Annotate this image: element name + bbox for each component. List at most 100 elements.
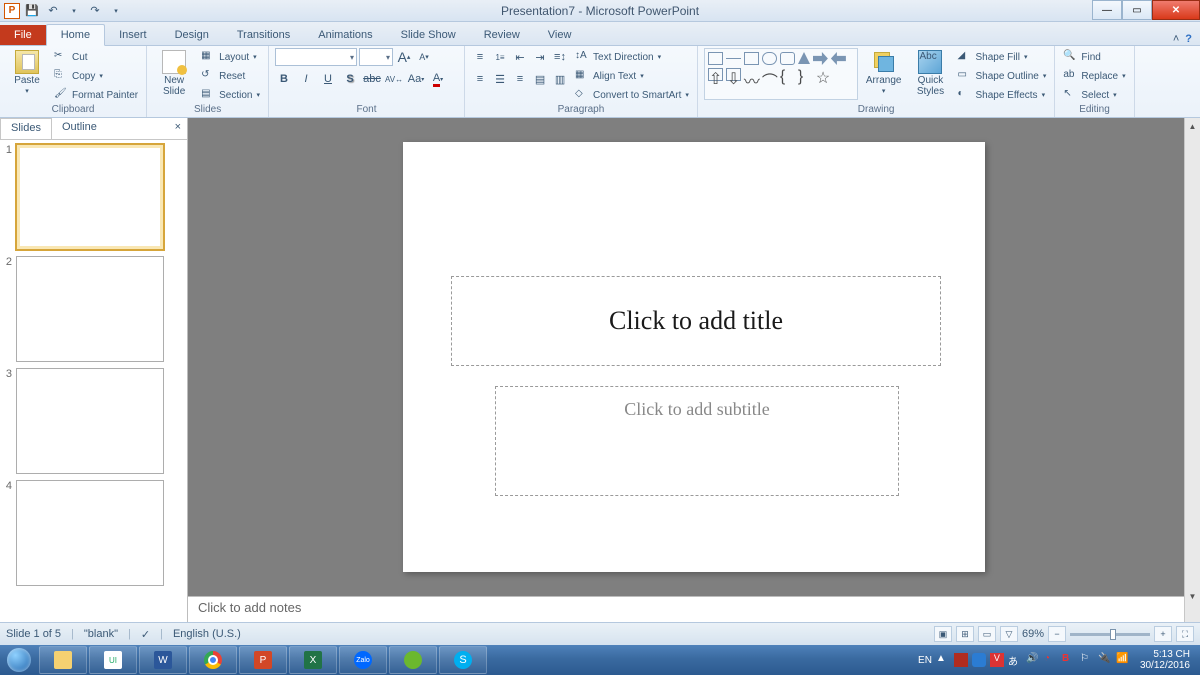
arrange-button[interactable]: Arrange▾ [862, 48, 906, 104]
powerpoint-taskbar-button[interactable]: P [239, 646, 287, 674]
word-taskbar-button[interactable]: W [139, 646, 187, 674]
undo-dropdown-icon[interactable]: ▾ [65, 2, 83, 20]
bullets-button[interactable]: ≡ [471, 48, 489, 66]
tab-animations[interactable]: Animations [304, 25, 386, 45]
zoom-level[interactable]: 69% [1022, 628, 1044, 640]
slide-thumbnail[interactable]: 4 [2, 480, 185, 586]
zoom-out-button[interactable]: − [1048, 626, 1066, 642]
align-center-button[interactable]: ☰ [491, 70, 509, 88]
explorer-taskbar-button[interactable] [39, 646, 87, 674]
slide-canvas[interactable]: Click to add title Click to add subtitle [403, 142, 985, 572]
convert-smartart-button[interactable]: ◇Convert to SmartArt▾ [573, 86, 691, 104]
zoom-slider[interactable] [1070, 633, 1150, 636]
justify-button[interactable]: ▤ [531, 70, 549, 88]
title-placeholder[interactable]: Click to add title [451, 276, 941, 366]
slide-thumbnail[interactable]: 1 [2, 144, 185, 250]
tab-transitions[interactable]: Transitions [223, 25, 304, 45]
tray-app-icon[interactable] [972, 653, 986, 667]
tray-app-icon[interactable]: ◔ [1044, 653, 1058, 667]
tray-app-icon[interactable]: B [1062, 653, 1076, 667]
columns-button[interactable]: ▥ [551, 70, 569, 88]
tab-file[interactable]: File [0, 25, 46, 45]
shape-fill-button[interactable]: ◢Shape Fill▾ [955, 48, 1048, 66]
sorter-view-button[interactable]: ⊞ [956, 626, 974, 642]
status-language[interactable]: English (U.S.) [173, 628, 241, 640]
undo-icon[interactable]: ↶ [44, 2, 62, 20]
replace-button[interactable]: abReplace▾ [1061, 67, 1127, 85]
tray-network-icon[interactable]: 📶 [1116, 653, 1130, 667]
fit-to-window-button[interactable]: ⛶ [1176, 626, 1194, 642]
cut-button[interactable]: ✂Cut [52, 48, 140, 66]
tray-action-center-icon[interactable]: ⚐ [1080, 653, 1094, 667]
quick-styles-button[interactable]: AbcQuick Styles [909, 48, 951, 104]
tab-view[interactable]: View [534, 25, 586, 45]
underline-button[interactable]: U [319, 70, 337, 88]
section-button[interactable]: ▤Section▾ [199, 86, 262, 104]
shadow-button[interactable]: S [341, 70, 359, 88]
tray-language[interactable]: EN [918, 655, 932, 666]
shape-outline-button[interactable]: ▭Shape Outline▾ [955, 67, 1048, 85]
tray-clock[interactable]: 5:13 CH 30/12/2016 [1134, 649, 1196, 671]
zoom-in-button[interactable]: + [1154, 626, 1172, 642]
save-icon[interactable]: 💾 [23, 2, 41, 20]
unikey-taskbar-button[interactable]: UI [89, 646, 137, 674]
numbering-button[interactable]: 1≡ [491, 48, 509, 66]
tray-volume-icon[interactable]: 🔊 [1026, 653, 1040, 667]
decrease-indent-button[interactable]: ⇤ [511, 48, 529, 66]
excel-taskbar-button[interactable]: X [289, 646, 337, 674]
coccoc-taskbar-button[interactable] [389, 646, 437, 674]
shape-effects-button[interactable]: ◐Shape Effects▾ [955, 86, 1048, 104]
font-family-combo[interactable] [275, 48, 357, 66]
vertical-scrollbar[interactable]: ▲ ▼ [1184, 118, 1200, 622]
bold-button[interactable]: B [275, 70, 293, 88]
tab-design[interactable]: Design [161, 25, 223, 45]
panel-tab-outline[interactable]: Outline [52, 118, 107, 139]
close-button[interactable]: ✕ [1152, 0, 1200, 20]
text-direction-button[interactable]: ↕AText Direction▾ [573, 48, 691, 66]
reset-button[interactable]: ↺Reset [199, 67, 262, 85]
strike-button[interactable]: abc [363, 70, 381, 88]
tab-home[interactable]: Home [46, 24, 105, 46]
maximize-button[interactable]: ▭ [1122, 0, 1152, 20]
change-case-button[interactable]: Aa▾ [407, 70, 425, 88]
tray-ime-icon[interactable]: あ [1008, 653, 1022, 667]
copy-button[interactable]: ⎘Copy▾ [52, 67, 140, 85]
char-spacing-button[interactable]: AV↔ [385, 70, 403, 88]
panel-close-icon[interactable]: × [169, 118, 187, 139]
align-left-button[interactable]: ≡ [471, 70, 489, 88]
normal-view-button[interactable]: ▣ [934, 626, 952, 642]
thumbnails-list[interactable]: 1 2 3 4 [0, 140, 187, 622]
start-button[interactable] [0, 645, 38, 675]
increase-indent-button[interactable]: ⇥ [531, 48, 549, 66]
font-size-combo[interactable] [359, 48, 393, 66]
qat-more-icon[interactable]: ▾ [107, 2, 125, 20]
tray-power-icon[interactable]: 🔌 [1098, 653, 1112, 667]
tray-show-hidden-icon[interactable]: ▲ [936, 653, 950, 667]
italic-button[interactable]: I [297, 70, 315, 88]
minimize-ribbon-icon[interactable]: ˄ [1173, 33, 1179, 45]
slide-thumbnail[interactable]: 2 [2, 256, 185, 362]
shrink-font-button[interactable]: A▾ [415, 48, 433, 66]
help-icon[interactable]: ? [1185, 33, 1192, 45]
redo-icon[interactable]: ↷ [86, 2, 104, 20]
slide-thumbnail[interactable]: 3 [2, 368, 185, 474]
notes-pane[interactable]: Click to add notes [188, 596, 1184, 622]
scroll-down-icon[interactable]: ▼ [1185, 588, 1200, 604]
minimize-button[interactable]: — [1092, 0, 1122, 20]
tray-app-icon[interactable] [954, 653, 968, 667]
tab-review[interactable]: Review [470, 25, 534, 45]
zalo-taskbar-button[interactable]: Zalo [339, 646, 387, 674]
slideshow-view-button[interactable]: ▽ [1000, 626, 1018, 642]
line-spacing-button[interactable]: ≡↕ [551, 48, 569, 66]
tab-slideshow[interactable]: Slide Show [387, 25, 470, 45]
new-slide-button[interactable]: New Slide [153, 48, 195, 104]
shapes-gallery[interactable]: ⇧ ⇩ 〰 ⌒ { } ☆ [704, 48, 858, 100]
format-painter-button[interactable]: 🖌Format Painter [52, 86, 140, 104]
tab-insert[interactable]: Insert [105, 25, 161, 45]
grow-font-button[interactable]: A▴ [395, 48, 413, 66]
select-button[interactable]: ↖Select▾ [1061, 86, 1127, 104]
tray-app-icon[interactable]: V [990, 653, 1004, 667]
align-text-button[interactable]: ▦Align Text▾ [573, 67, 691, 85]
spellcheck-icon[interactable]: ✓ [141, 628, 150, 641]
chrome-taskbar-button[interactable] [189, 646, 237, 674]
